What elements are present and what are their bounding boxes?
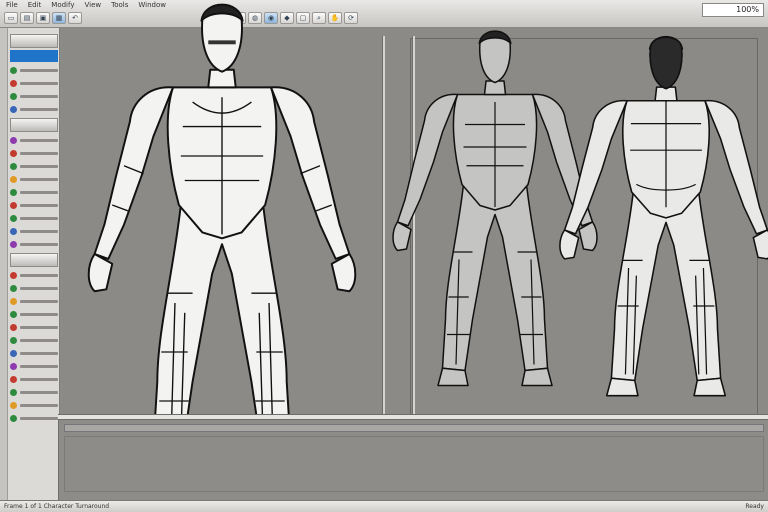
status-bar: Frame 1 of 1 Character Turnaround Ready <box>0 500 768 512</box>
timeline-ruler[interactable] <box>64 424 764 432</box>
timeline-track-area[interactable] <box>64 436 764 492</box>
app-window: File Edit Modify View Tools Window ▭ ▤ ▣… <box>0 0 768 512</box>
status-text: Frame 1 of 1 Character Turnaround <box>4 503 110 510</box>
status-right: Ready <box>745 503 764 510</box>
front-view-figure <box>87 3 357 469</box>
three-quarter-view-figure <box>392 30 598 387</box>
